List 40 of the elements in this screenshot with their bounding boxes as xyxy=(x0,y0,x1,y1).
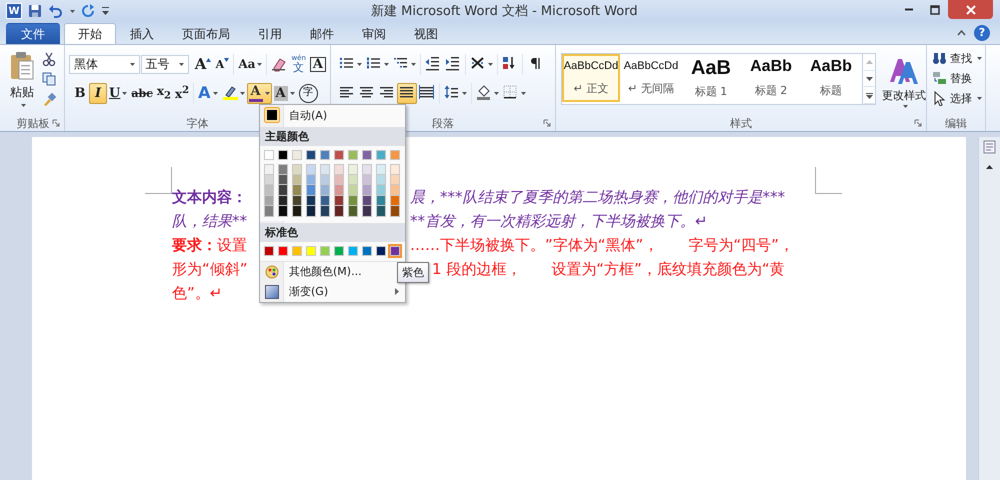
shrink-glyph: A xyxy=(216,58,224,70)
body-text: 要求：设置 xyxy=(172,235,247,256)
style-name: 标题 2 xyxy=(754,82,788,98)
superscript-glyph: x$^{2}$ xyxy=(175,86,190,100)
font-color-glyph: A xyxy=(250,84,261,98)
style-name: ↵ 正文 xyxy=(574,80,608,96)
style-preview: AaBbCcDd xyxy=(624,60,678,72)
body-text: 文本内容： xyxy=(172,187,247,208)
body-text: ……下半场被换下。”字体为“黑体”， 字号为“四号”， xyxy=(410,235,794,256)
body-text: 形为“倾斜” xyxy=(172,259,248,280)
body-text: 队，结果** xyxy=(172,211,247,232)
body-text: 1 段的边框， 设置为“方框”，底纹填充颜色为“黄 xyxy=(432,259,785,280)
group-label: 剪贴板 xyxy=(16,116,50,130)
body-text: 晨，***队结束了夏季的第二场热身赛，他们的对手是*** xyxy=(410,187,785,208)
style-name: ↵ 无间隔 xyxy=(628,81,674,96)
group-label: 段落 xyxy=(432,116,454,130)
body-text: 色”。↵ xyxy=(172,283,222,304)
strike-glyph: abc xyxy=(131,88,153,98)
case-glyph: Aa xyxy=(238,58,256,70)
group-label: 样式 xyxy=(730,116,752,130)
menu-heading: 主题颜色 xyxy=(260,127,405,146)
style-name: 标题 xyxy=(820,82,842,98)
phonetic-character: 文 xyxy=(293,62,304,73)
effects-glyph: A xyxy=(198,85,211,101)
style-name: 标题 1 xyxy=(694,84,728,99)
body-text: **首发，有一次精彩远射，下半场被换下。↵ xyxy=(410,211,708,232)
window-title: 新建 Microsoft Word 文档 - Microsoft Word xyxy=(370,3,639,20)
group-label: 字体 xyxy=(186,116,208,130)
group-label: 编辑 xyxy=(945,116,967,130)
style-preview: AaB xyxy=(690,57,731,80)
italic-glyph: I xyxy=(94,86,102,100)
style-preview: AaBb xyxy=(750,58,792,76)
grow-glyph: A xyxy=(194,56,206,72)
underline-glyph: U xyxy=(109,86,120,100)
style-preview: AaBbCcDd xyxy=(564,60,618,72)
menu-heading: 标准色 xyxy=(260,222,405,242)
shading-glyph: A xyxy=(274,86,288,100)
style-preview: AaBb xyxy=(810,58,852,76)
bold-glyph: B xyxy=(74,86,86,100)
tooltip: 紫色 xyxy=(397,262,429,283)
